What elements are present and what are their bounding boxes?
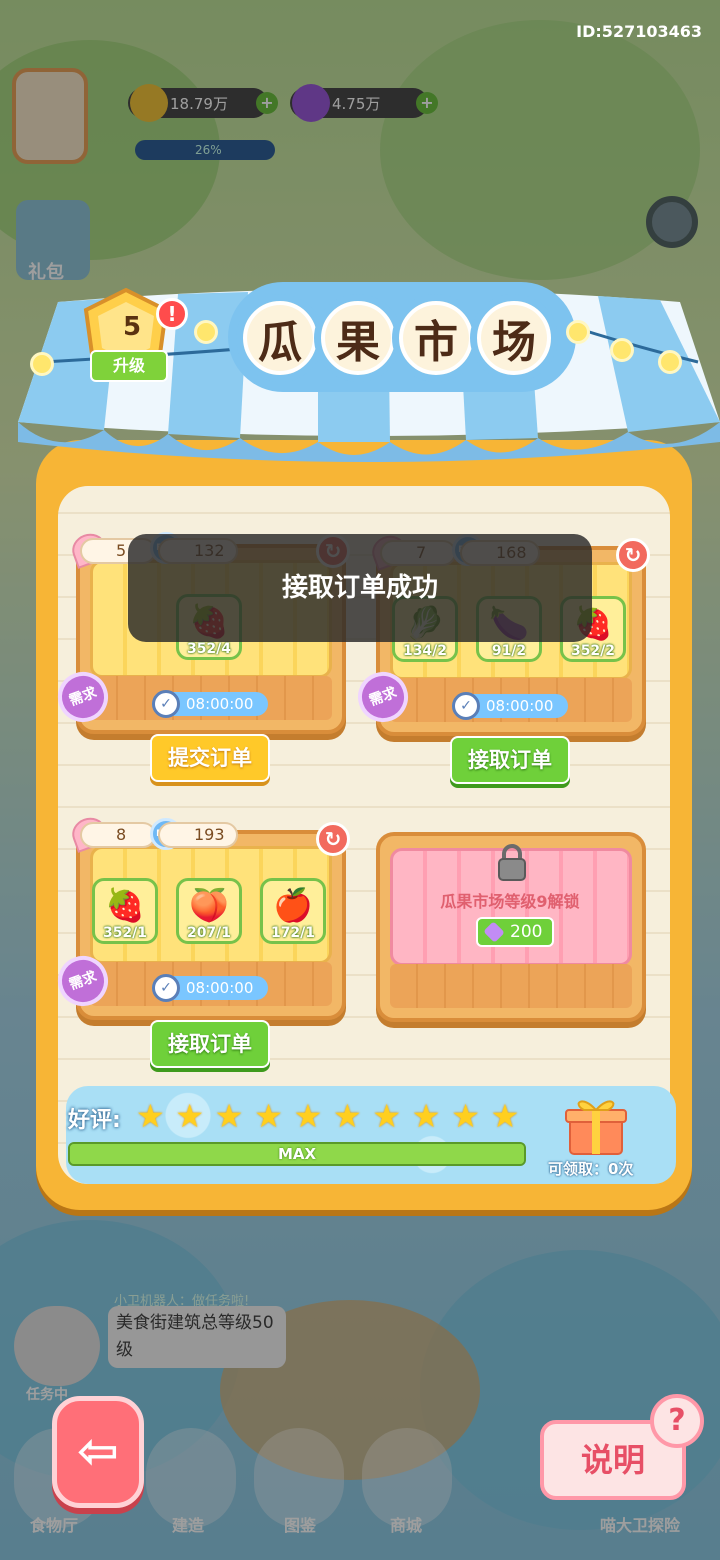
star-icon: ★	[411, 1097, 441, 1135]
lamp-icon	[566, 320, 590, 344]
crate-slats	[390, 964, 632, 1008]
strawberry-icon: 🍓	[105, 886, 145, 924]
clock-icon: ✓	[152, 974, 180, 1002]
market-level: 5	[122, 312, 142, 342]
item-count: 352/1	[102, 925, 148, 941]
star-icon: ★	[333, 1097, 362, 1135]
item-count: 352/2	[570, 643, 616, 659]
title-char: 场	[470, 294, 558, 382]
title-char: 市	[392, 294, 480, 382]
item-count: 91/2	[491, 643, 527, 659]
refresh-icon[interactable]: ↻	[316, 822, 350, 856]
petal-reward: 8	[80, 822, 156, 848]
star-icon: ★	[293, 1097, 323, 1135]
toast-message: 接取订单成功	[128, 534, 592, 642]
question-icon[interactable]: ?	[650, 1394, 704, 1448]
refresh-icon[interactable]: ↻	[616, 538, 650, 572]
lamp-icon	[194, 320, 218, 344]
star-icon: ★	[214, 1097, 244, 1135]
accept-order-button[interactable]: 接取订单	[450, 736, 570, 784]
rating-progress-bar: MAX	[68, 1142, 526, 1166]
order-item-peach[interactable]: 🍑 207/1	[176, 878, 242, 944]
order-timer: ✓ 08:00:00	[452, 692, 568, 720]
order-timer: ✓ 08:00:00	[152, 690, 268, 718]
clock-icon: ✓	[152, 690, 180, 718]
star-icon: ★	[254, 1097, 283, 1135]
star-icon: ★	[136, 1097, 165, 1135]
peach-icon: 🍑	[189, 886, 229, 924]
apple-icon: 🍎	[273, 886, 313, 924]
back-button[interactable]: ⇦	[52, 1396, 144, 1508]
item-count: 172/1	[270, 925, 316, 941]
exp-reward: 193	[158, 822, 238, 848]
star-icon: ★	[175, 1097, 205, 1135]
submit-order-button[interactable]: 提交订单	[150, 734, 270, 782]
item-count: 207/1	[186, 925, 232, 941]
rating-progress-text: MAX	[277, 1145, 317, 1163]
star-icon: ★	[451, 1097, 480, 1135]
lamp-icon	[30, 352, 54, 376]
clock-icon: ✓	[452, 692, 480, 720]
accept-order-button[interactable]: 接取订单	[150, 1020, 270, 1068]
lamp-icon	[610, 338, 634, 362]
item-count: 134/2	[402, 643, 448, 659]
order-timer: ✓ 08:00:00	[152, 974, 268, 1002]
order-item-apple[interactable]: 🍎 172/1	[260, 878, 326, 944]
title-char: 瓜	[236, 294, 324, 382]
title-char: 果	[314, 294, 402, 382]
unlock-price-button[interactable]: 200	[476, 917, 554, 947]
star-icon: ★	[372, 1097, 402, 1135]
gem-icon	[483, 921, 505, 943]
player-id: ID:527103463	[576, 22, 702, 41]
order-item-strawberry[interactable]: 🍓 352/1	[92, 878, 158, 944]
star-icon: ★	[490, 1097, 520, 1135]
gift-box-icon[interactable]	[562, 1094, 630, 1156]
lamp-icon	[658, 350, 682, 374]
item-count: 352/4	[186, 641, 232, 657]
lock-icon	[498, 844, 526, 881]
unlock-requirement: 瓜果市场等级9解锁	[440, 892, 580, 911]
upgrade-button[interactable]: 升级	[90, 350, 168, 382]
claim-count: 可领取：0次	[548, 1160, 634, 1178]
rating-label: 好评:	[68, 1108, 121, 1133]
alert-icon: !	[156, 298, 188, 330]
